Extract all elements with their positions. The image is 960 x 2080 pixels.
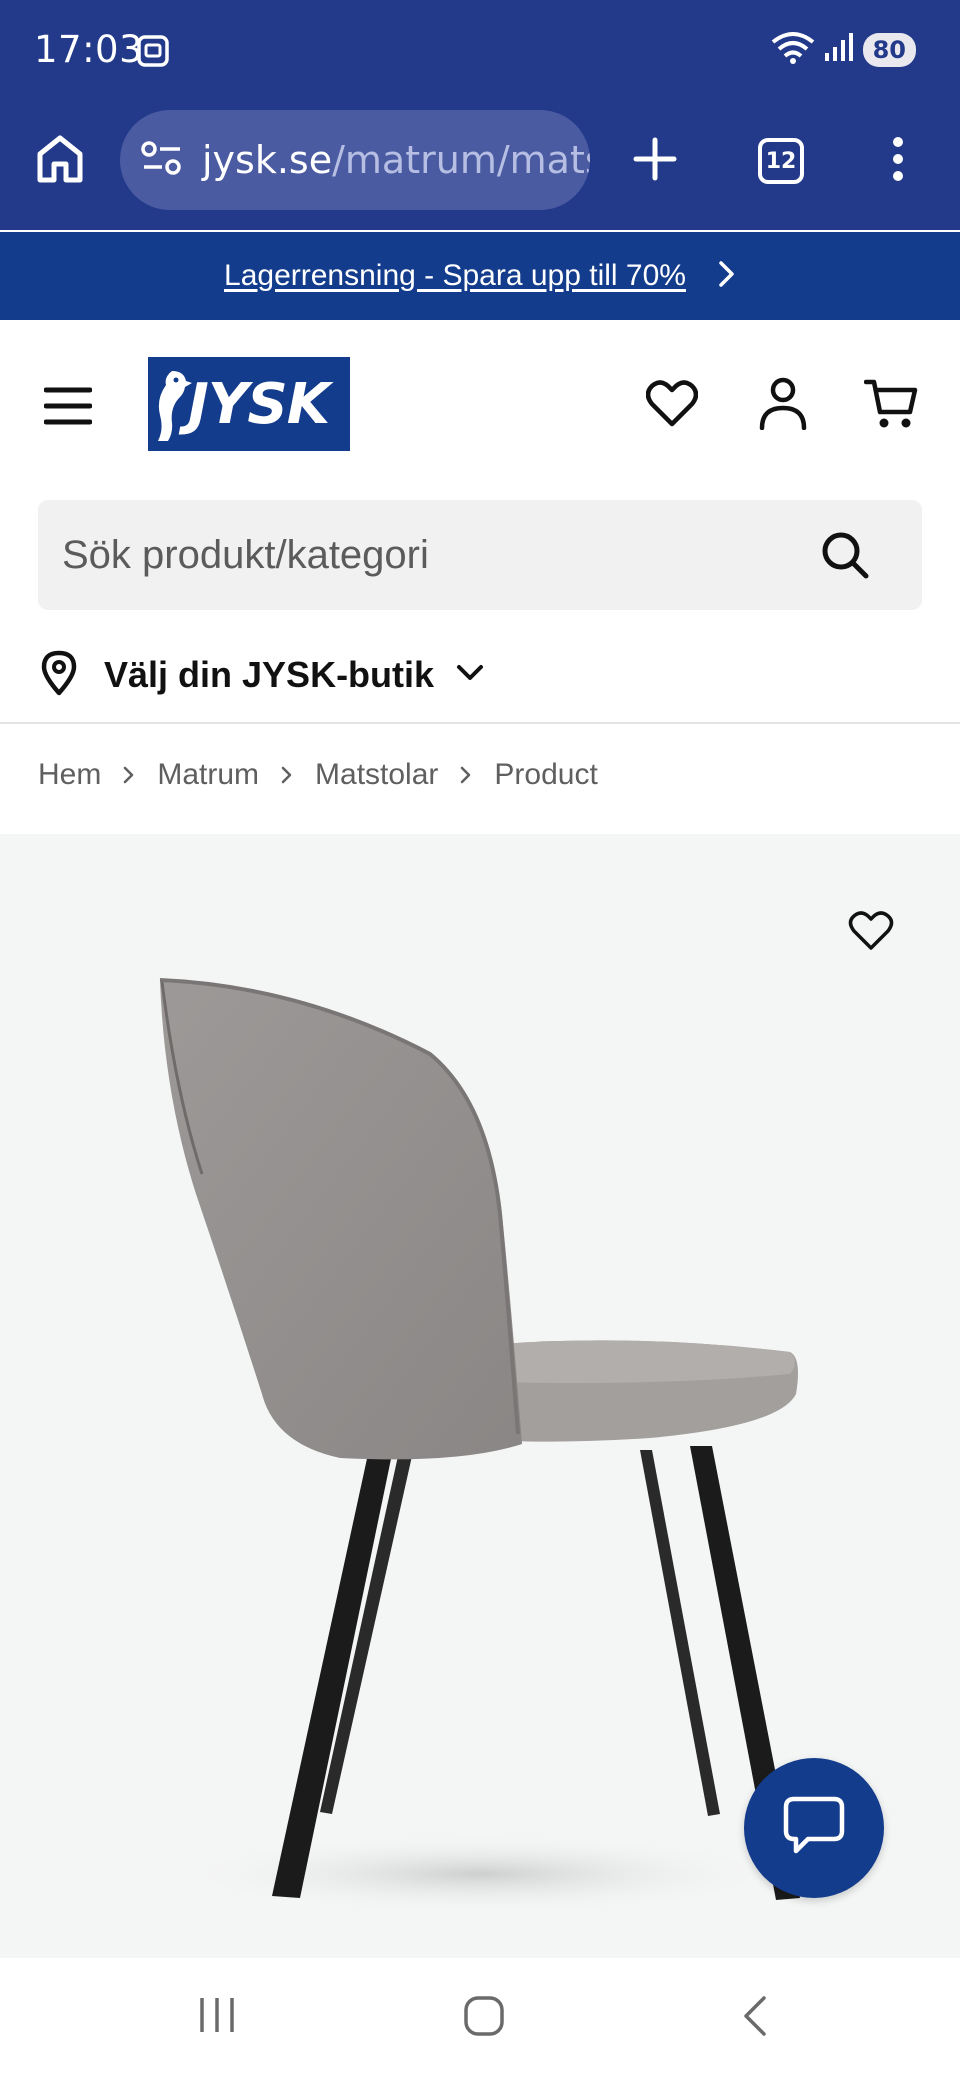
search-bar xyxy=(38,500,922,610)
chevron-right-icon xyxy=(460,765,472,785)
breadcrumb-item-hem[interactable]: Hem xyxy=(38,758,101,792)
new-tab-icon[interactable] xyxy=(632,136,678,187)
wifi-icon xyxy=(771,30,815,69)
jysk-logo[interactable]: JYSK xyxy=(148,357,350,451)
more-options-icon[interactable] xyxy=(888,134,908,189)
chevron-right-icon xyxy=(123,765,135,785)
home-nav-icon[interactable] xyxy=(462,1994,506,2043)
home-icon[interactable] xyxy=(36,134,84,189)
url-text: jysk.se/matrum/mats xyxy=(202,138,590,182)
breadcrumb-item-matrum[interactable]: Matrum xyxy=(157,758,259,792)
breadcrumb-item-matstolar[interactable]: Matstolar xyxy=(315,758,438,792)
breadcrumb: Hem Matrum Matstolar Product xyxy=(38,758,598,792)
status-time: 17:03 xyxy=(34,28,144,71)
product-wishlist-heart-icon[interactable] xyxy=(848,910,894,957)
header-divider xyxy=(0,722,960,724)
chat-bubble-icon xyxy=(782,1795,846,1862)
battery-icon: 80 xyxy=(862,32,916,67)
url-domain: jysk.se xyxy=(202,138,333,182)
chevron-right-icon xyxy=(281,765,293,785)
cart-icon[interactable] xyxy=(863,378,918,435)
store-label: Välj din JYSK-butik xyxy=(104,654,435,695)
promo-link[interactable]: Lagerrensning - Spara upp till 70% xyxy=(224,259,686,293)
chat-button[interactable] xyxy=(744,1758,884,1898)
logo-text: JYSK xyxy=(188,371,330,437)
search-icon[interactable] xyxy=(820,530,870,585)
status-icons: 80 xyxy=(771,30,916,69)
menu-icon[interactable] xyxy=(43,386,93,431)
back-nav-icon[interactable] xyxy=(740,1994,770,2043)
bird-logo-icon xyxy=(150,363,194,450)
screenshot-icon xyxy=(136,34,170,73)
store-picker[interactable]: Välj din JYSK-butik xyxy=(40,645,484,705)
signal-icon xyxy=(823,31,855,68)
account-user-icon[interactable] xyxy=(758,376,808,435)
promo-banner[interactable]: Lagerrensning - Spara upp till 70% xyxy=(0,232,960,320)
product-image-gallery[interactable] xyxy=(0,834,960,1958)
url-path: /matrum/mats xyxy=(332,138,590,182)
breadcrumb-item-product: Product xyxy=(494,758,598,791)
tab-switcher-button[interactable]: 12 xyxy=(758,138,804,184)
site-settings-icon[interactable] xyxy=(140,140,184,181)
location-pin-icon xyxy=(40,650,78,701)
url-bar[interactable]: jysk.se/matrum/mats xyxy=(120,110,590,210)
chevron-down-icon xyxy=(456,664,484,687)
search-input[interactable] xyxy=(62,532,782,578)
browser-chrome: 17:03 80 jysk.se/matrum/mats 12 xyxy=(0,0,960,230)
wishlist-heart-icon[interactable] xyxy=(645,380,699,433)
system-nav-bar xyxy=(0,1958,960,2080)
recent-apps-icon[interactable] xyxy=(196,1994,238,2041)
chevron-right-icon xyxy=(718,260,736,296)
site-header: JYSK xyxy=(0,320,960,490)
